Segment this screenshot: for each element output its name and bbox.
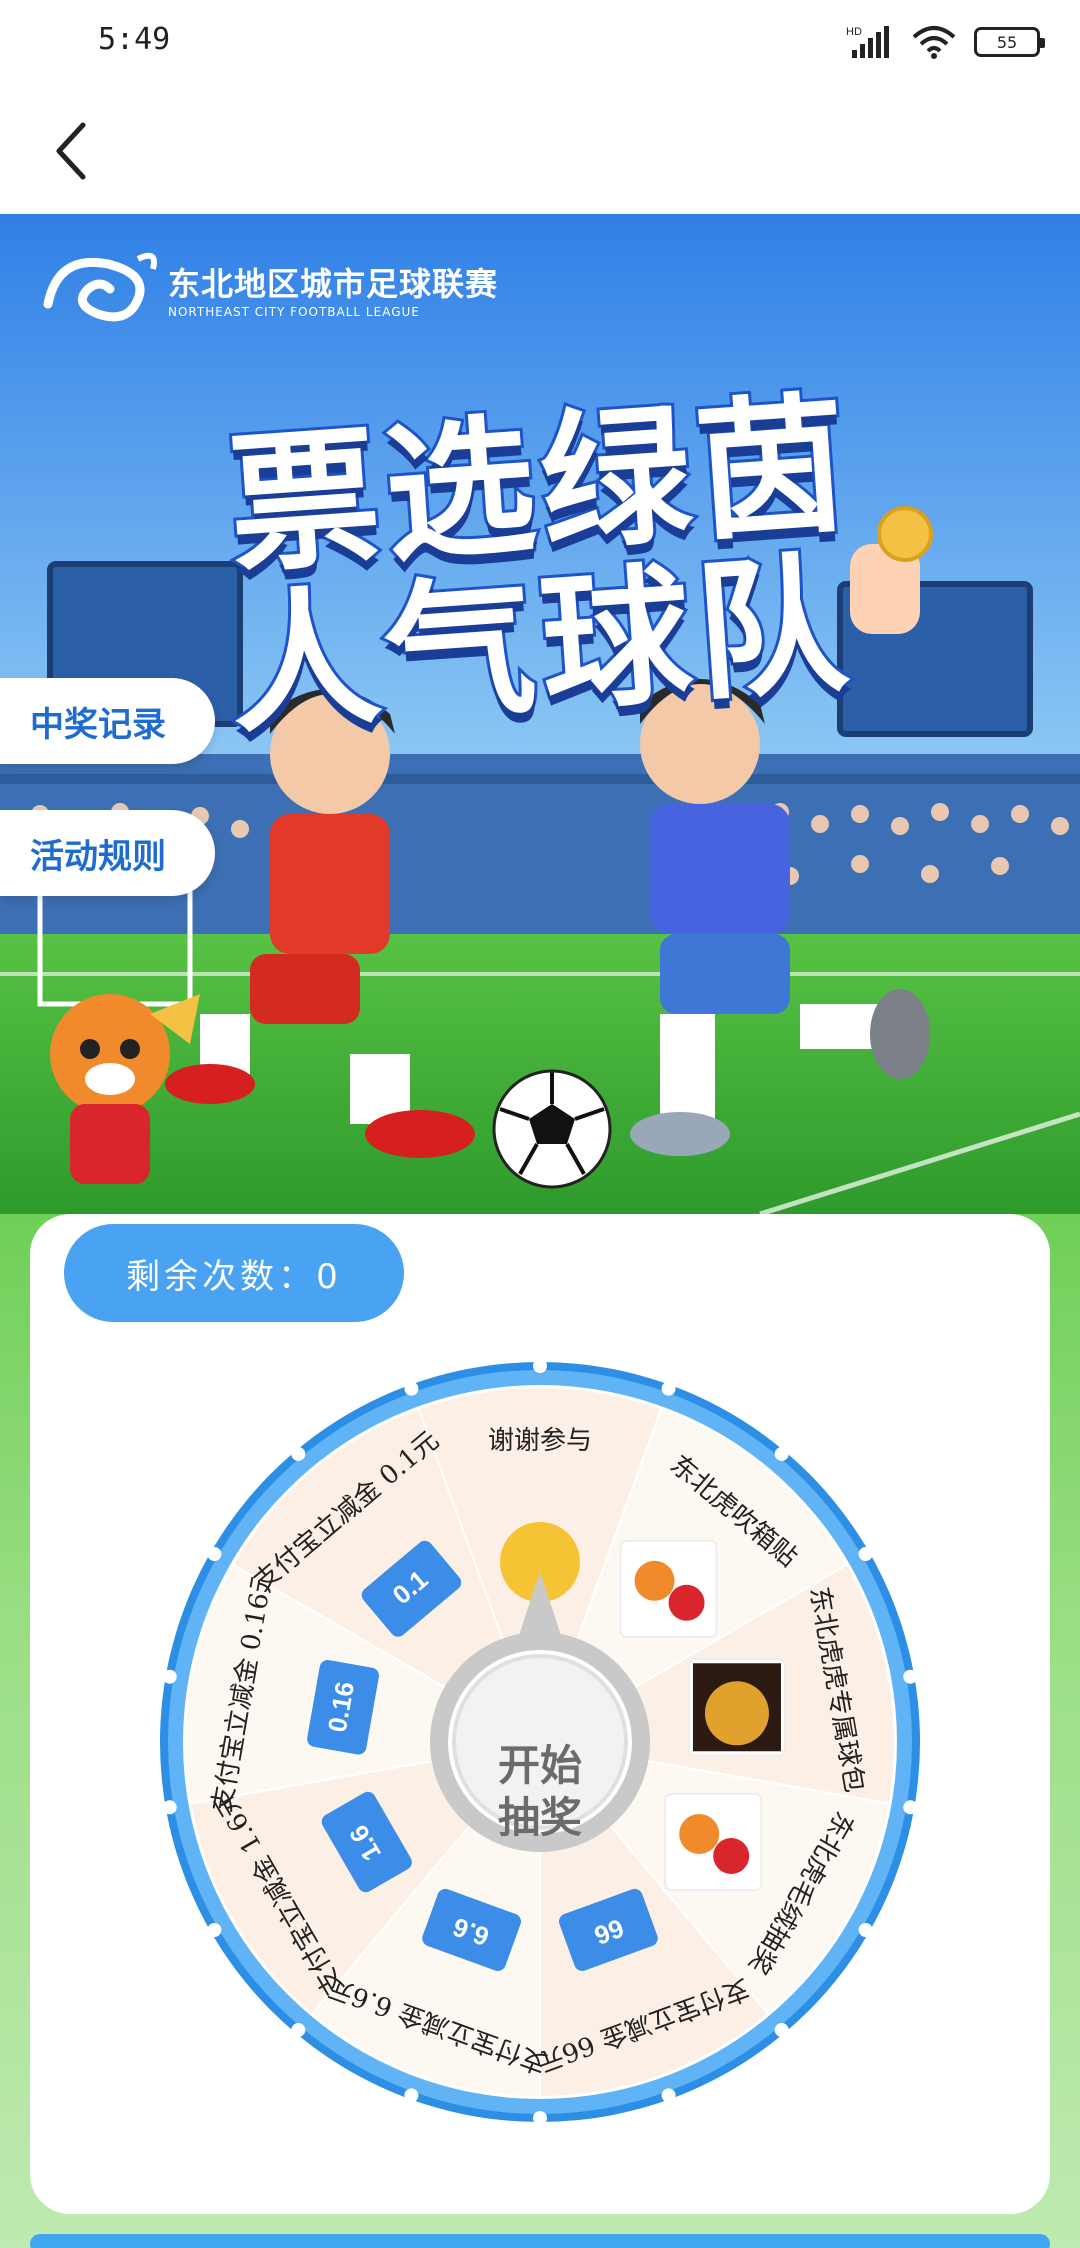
ring-light [858, 1923, 873, 1937]
ring-light [774, 1446, 789, 1461]
ring-light [404, 1381, 419, 1396]
ring-light [291, 1446, 306, 1461]
ring-light [533, 2111, 547, 2125]
battery-icon: 55 [974, 27, 1045, 57]
ring-light [903, 1669, 918, 1684]
battery-level: 55 [996, 32, 1018, 52]
swirl-logo-icon [43, 252, 157, 322]
prize-label: 谢谢参与 [488, 1426, 592, 1456]
ring-light [661, 2088, 676, 2103]
ring-light [533, 1359, 547, 1373]
merch-image [664, 1793, 763, 1891]
ring-light [207, 1547, 222, 1561]
merch-image [619, 1539, 718, 1638]
signal-icon: HD [846, 26, 889, 58]
lottery-panel: 剩余次数：0 谢谢参与 东北虎吹箱贴 东北虎虎专属球包 东北虎毛绒抽奖 支付宝立减金 6… [0, 1214, 1080, 2248]
nav-bar [0, 88, 1080, 214]
status-icons: HD 55 [846, 24, 1045, 60]
ring-light [858, 1547, 873, 1561]
start-label-line2: 抽奖 [497, 1793, 582, 1842]
wifi-icon [912, 26, 956, 59]
ring-light [162, 1669, 177, 1684]
ring-light [291, 2023, 306, 2038]
start-label-line1: 开始 [497, 1741, 582, 1790]
status-bar: 5:49 HD 55 [0, 0, 1080, 88]
chevron-left-icon [56, 122, 86, 180]
merch-image [687, 1658, 786, 1757]
lottery-card: 剩余次数：0 谢谢参与 东北虎吹箱贴 东北虎虎专属球包 东北虎毛绒抽奖 支付宝立减金 6… [30, 1214, 1050, 2214]
bottom-strip [30, 2234, 1050, 2248]
prize-wheel: 谢谢参与 东北虎吹箱贴 东北虎虎专属球包 东北虎毛绒抽奖 支付宝立减金 66元 支付宝立减… [140, 1342, 940, 2142]
ring-light [162, 1800, 177, 1815]
activity-rules-tab[interactable]: 活动规则 [0, 810, 215, 896]
ring-light [207, 1923, 222, 1937]
ring-light [903, 1800, 918, 1815]
status-time: 5:49 [98, 22, 171, 57]
ring-light [404, 2088, 419, 2103]
ring-light [774, 2023, 789, 2038]
league-name: 东北地区城市足球联赛 [168, 265, 499, 303]
hero-banner: 东北地区城市足球联赛 NORTHEAST CITY FOOTBALL LEAGU… [0, 214, 1080, 1214]
ring-light [661, 1381, 676, 1396]
football [492, 1069, 612, 1189]
league-logo: 东北地区城市足球联赛 NORTHEAST CITY FOOTBALL LEAGU… [38, 244, 498, 334]
winning-records-tab[interactable]: 中奖记录 [0, 678, 215, 764]
back-button[interactable] [36, 116, 106, 186]
remaining-count-badge: 剩余次数：0 [64, 1224, 404, 1322]
svg-text:HD: HD [846, 26, 862, 38]
league-subtitle: NORTHEAST CITY FOOTBALL LEAGUE [168, 305, 420, 319]
start-lottery-button[interactable]: 开始 抽奖 [432, 1684, 648, 1900]
